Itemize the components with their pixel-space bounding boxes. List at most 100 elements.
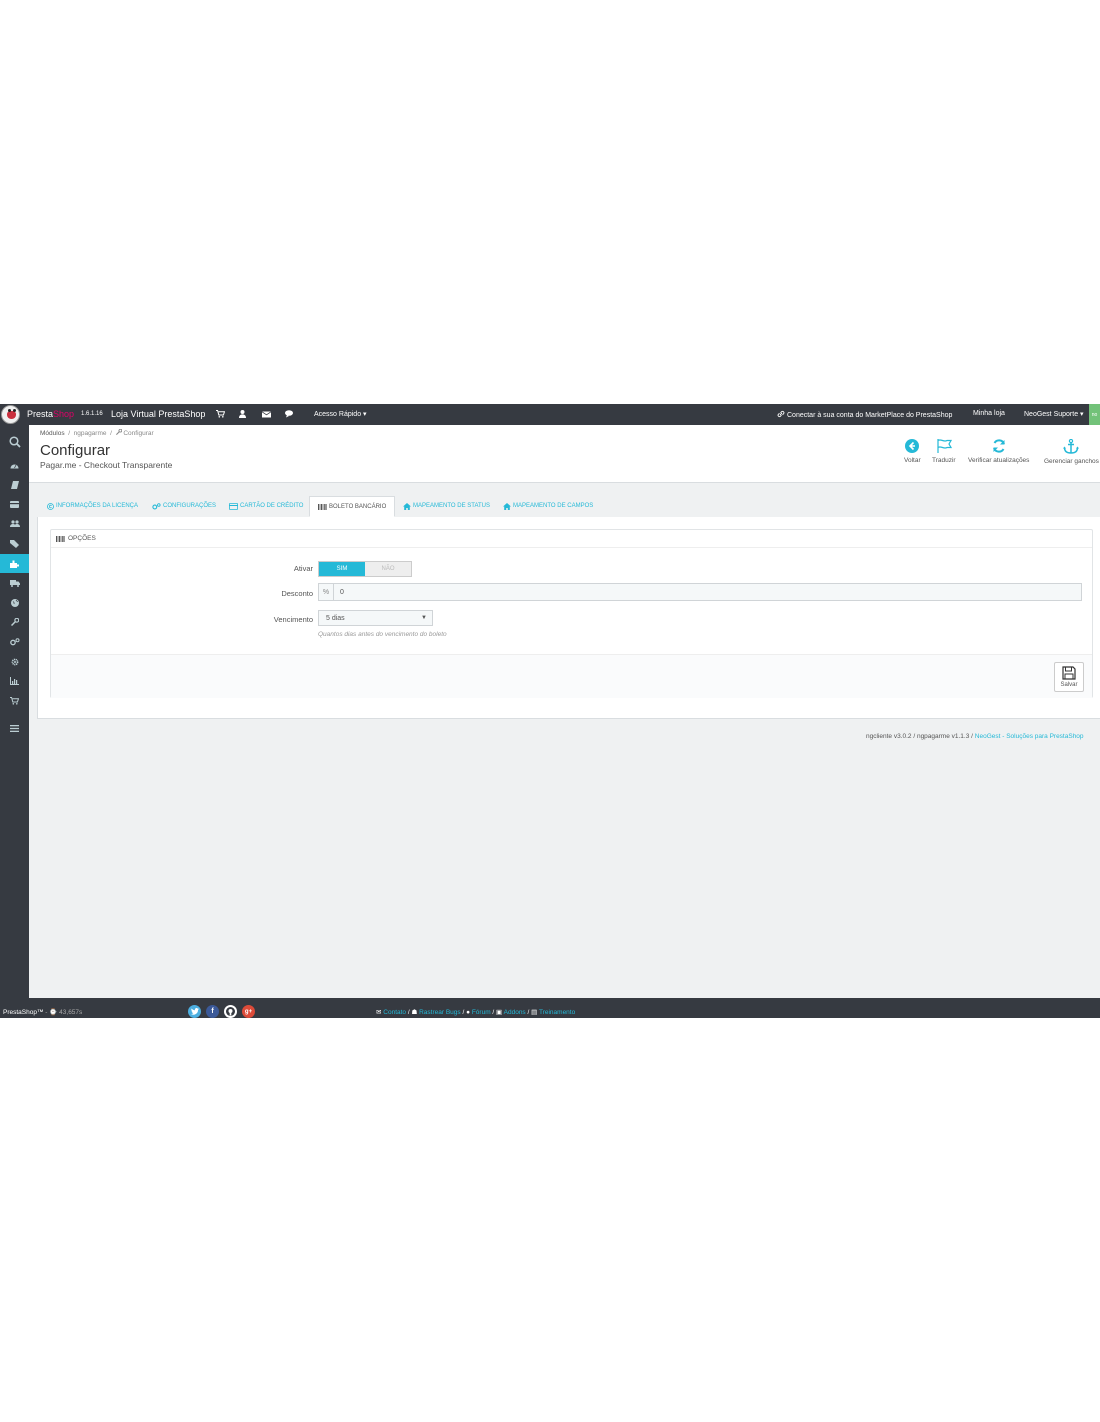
marketplace-connect-link[interactable]: Conectar à sua conta do MarketPlace do P… xyxy=(777,410,952,420)
admin-app: PrestaShop 1.6.1.16 Loja Virtual PrestaS… xyxy=(0,404,1100,1018)
back-button[interactable]: Voltar xyxy=(904,439,921,464)
user-icon[interactable] xyxy=(236,408,248,420)
chat-icon[interactable] xyxy=(283,408,295,420)
facebook-icon[interactable]: f xyxy=(206,1005,219,1018)
link-icon xyxy=(777,410,785,420)
switch-yes[interactable]: SIM xyxy=(319,562,365,576)
stats-icon[interactable] xyxy=(0,672,29,690)
footer-link-addons[interactable]: Addons xyxy=(504,1009,526,1016)
config-tabs: Informações da Licença Configurações Car… xyxy=(37,496,1100,518)
desconto-input-group[interactable]: % 0 xyxy=(318,583,1082,601)
barcode-icon xyxy=(56,535,65,542)
home-icon xyxy=(403,502,411,510)
vencimento-help: Quantos dias antes do vencimento do bole… xyxy=(318,631,447,638)
options-panel: Opções Ativar SIM NÃO Desconto % 0 Venci… xyxy=(50,529,1093,698)
flag-icon xyxy=(937,439,952,453)
translate-button[interactable]: Traduzir xyxy=(932,439,956,464)
check-updates-button[interactable]: Verificar atualizações xyxy=(968,439,1029,464)
arrow-left-circle-icon xyxy=(905,439,920,453)
bug-icon: ☗ xyxy=(411,1009,418,1016)
modules-icon[interactable] xyxy=(0,554,29,573)
breadcrumb-modules[interactable]: Módulos xyxy=(40,430,65,437)
anchor-icon xyxy=(1063,439,1080,454)
version-number: 1.6.1.16 xyxy=(81,411,103,417)
neogest-link[interactable]: NeoGest - Soluções para PrestaShop xyxy=(975,733,1084,740)
footer: PrestaShop™ - ⌚ 43,657s f g+ ✉ Contato /… xyxy=(0,998,1100,1018)
book-icon: ▤ xyxy=(531,1009,538,1016)
desconto-label: Desconto xyxy=(281,589,313,598)
refresh-icon xyxy=(992,439,1005,453)
footer-link-contact[interactable]: Contato xyxy=(383,1009,406,1016)
breadcrumb: Módulos / ngpagarme / Configurar xyxy=(40,428,154,437)
quick-access-menu[interactable]: Acesso Rápido ▾ xyxy=(314,410,367,418)
prestashop-logo-icon[interactable] xyxy=(1,405,20,424)
module-version-info: ngcliente v3.0.2 / ngpagarme v1.1.3 / Ne… xyxy=(866,733,1084,740)
ativar-switch[interactable]: SIM NÃO xyxy=(318,561,412,577)
google-plus-icon[interactable]: g+ xyxy=(242,1005,255,1018)
tab-license-info[interactable]: Informações da Licença xyxy=(47,496,138,516)
sidebar xyxy=(0,425,29,998)
mail-icon: ✉ xyxy=(376,1009,382,1016)
tab-credit-card[interactable]: Cartão de Crédito xyxy=(229,496,303,516)
manage-hooks-button[interactable]: Gerenciar ganchos xyxy=(1044,439,1099,465)
cogs-icon xyxy=(152,502,161,509)
desconto-input[interactable]: 0 xyxy=(334,584,344,600)
customers-icon[interactable] xyxy=(0,515,29,533)
twitter-icon[interactable] xyxy=(188,1005,201,1018)
brand-name[interactable]: PrestaShop xyxy=(27,409,74,419)
vencimento-label: Vencimento xyxy=(273,615,313,624)
caret-down-icon: ▾ xyxy=(363,411,367,418)
vencimento-select[interactable]: 5 dias ▼ xyxy=(318,610,433,626)
save-button[interactable]: Salvar xyxy=(1054,662,1084,692)
gear-icon[interactable] xyxy=(0,653,29,671)
green-badge[interactable]: no xyxy=(1089,404,1100,425)
top-bar: PrestaShop 1.6.1.16 Loja Virtual PrestaS… xyxy=(0,404,1100,425)
ativar-label: Ativar xyxy=(293,564,313,573)
search-icon[interactable] xyxy=(0,432,29,452)
orders-icon[interactable] xyxy=(0,476,29,494)
cogs-icon[interactable] xyxy=(0,633,29,651)
home-icon xyxy=(503,502,511,510)
load-time: 43,657s xyxy=(59,1009,83,1016)
dashboard-icon[interactable] xyxy=(0,456,29,474)
tags-icon[interactable] xyxy=(0,535,29,553)
globe-icon[interactable] xyxy=(0,594,29,612)
comments-icon: ● xyxy=(466,1009,471,1016)
panel-heading: Opções xyxy=(51,530,1092,548)
breadcrumb-module[interactable]: ngpagarme xyxy=(74,430,107,437)
store-cart-icon[interactable] xyxy=(0,692,29,710)
switch-no[interactable]: NÃO xyxy=(365,562,411,576)
panel-footer: Salvar xyxy=(51,654,1092,698)
caret-down-icon: ▼ xyxy=(421,615,427,621)
github-icon[interactable] xyxy=(224,1005,237,1018)
tab-content-panel: Opções Ativar SIM NÃO Desconto % 0 Venci… xyxy=(37,517,1100,719)
store-name[interactable]: Loja Virtual PrestaShop xyxy=(111,409,205,419)
footer-links: ✉ Contato / ☗ Rastrear Bugs / ● Fórum / … xyxy=(376,1009,576,1016)
shipping-icon[interactable] xyxy=(0,574,29,592)
tab-field-mapping[interactable]: Mapeamento de Campos xyxy=(503,496,593,516)
tab-status-mapping[interactable]: Mapeamento de Status xyxy=(403,496,490,516)
footer-link-training[interactable]: Treinamento xyxy=(539,1009,575,1016)
footer-link-bugs[interactable]: Rastrear Bugs xyxy=(419,1009,461,1016)
wrench-icon[interactable] xyxy=(0,613,29,631)
credit-card-icon xyxy=(229,502,238,510)
user-menu[interactable]: NeoGest Suporte ▾ xyxy=(1024,410,1084,418)
tab-boleto[interactable]: Boleto Bancário xyxy=(309,496,396,517)
tab-settings[interactable]: Configurações xyxy=(152,496,216,516)
mail-icon[interactable] xyxy=(260,408,272,420)
menu-toggle-icon[interactable] xyxy=(0,719,29,737)
breadcrumb-current: Configurar xyxy=(123,430,154,437)
copyright-icon xyxy=(47,502,54,510)
my-store-link[interactable]: Minha loja xyxy=(973,410,1005,417)
puzzle-icon: ▣ xyxy=(496,1009,503,1016)
percent-addon: % xyxy=(319,584,334,600)
credit-card-icon[interactable] xyxy=(0,495,29,513)
cart-icon[interactable] xyxy=(214,408,226,420)
footer-link-forum[interactable]: Fórum xyxy=(472,1009,491,1016)
barcode-icon xyxy=(318,503,327,510)
page-title: Configurar xyxy=(40,442,111,459)
floppy-disk-icon xyxy=(1062,666,1076,680)
page-subtitle: Pagar.me - Checkout Transparente xyxy=(40,460,173,470)
footer-brand: PrestaShop™ - ⌚ 43,657s xyxy=(3,1009,83,1016)
page-header: Módulos / ngpagarme / Configurar Configu… xyxy=(29,425,1100,483)
